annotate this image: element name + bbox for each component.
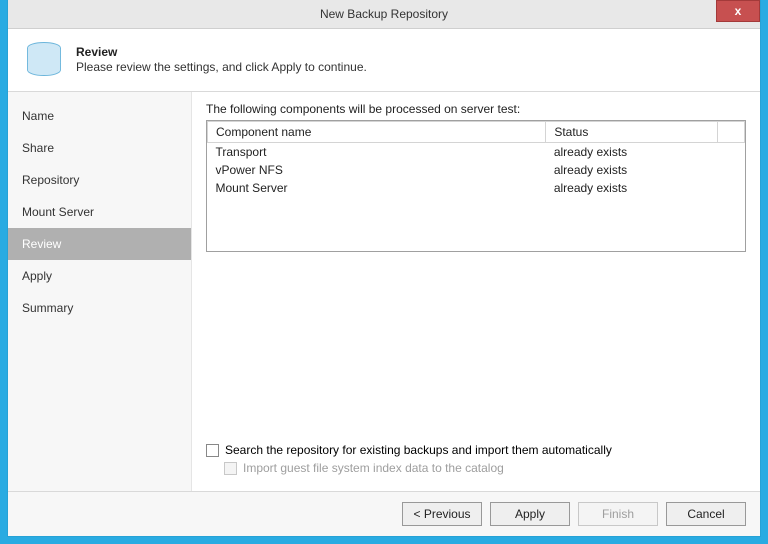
- repository-icon: [22, 37, 66, 81]
- cancel-button[interactable]: Cancel: [666, 502, 746, 526]
- cell-status: already exists: [546, 161, 718, 179]
- wizard-body: Name Share Repository Mount Server Revie…: [8, 92, 760, 491]
- wizard-footer: < Previous Apply Finish Cancel: [8, 491, 760, 536]
- table-header-row: Component name Status: [208, 122, 745, 143]
- components-intro: The following components will be process…: [206, 102, 746, 116]
- sidebar-item-share[interactable]: Share: [8, 132, 191, 164]
- step-description: Please review the settings, and click Ap…: [76, 60, 367, 74]
- sidebar-item-name[interactable]: Name: [8, 100, 191, 132]
- close-icon: x: [735, 4, 742, 18]
- wizard-sidebar: Name Share Repository Mount Server Revie…: [8, 92, 192, 491]
- sidebar-item-label: Mount Server: [22, 205, 94, 219]
- checkbox-icon: [224, 462, 237, 475]
- sidebar-item-repository[interactable]: Repository: [8, 164, 191, 196]
- wizard-window: New Backup Repository x Review Please re…: [8, 0, 760, 536]
- sidebar-item-review[interactable]: Review: [8, 228, 191, 260]
- checkbox-search-repository[interactable]: Search the repository for existing backu…: [206, 443, 746, 457]
- sidebar-item-label: Name: [22, 109, 54, 123]
- column-status[interactable]: Status: [546, 122, 718, 143]
- button-label: Finish: [602, 507, 634, 521]
- wizard-main: The following components will be process…: [192, 92, 760, 491]
- sidebar-item-apply[interactable]: Apply: [8, 260, 191, 292]
- cell-status: already exists: [546, 143, 718, 162]
- checkbox-import-index: Import guest file system index data to t…: [206, 461, 746, 475]
- sidebar-item-label: Summary: [22, 301, 73, 315]
- options-area: Search the repository for existing backu…: [206, 439, 746, 481]
- header-text: Review Please review the settings, and c…: [76, 45, 367, 74]
- window-title: New Backup Repository: [320, 7, 448, 21]
- step-title: Review: [76, 45, 367, 59]
- table-row[interactable]: vPower NFS already exists: [208, 161, 745, 179]
- column-component-name[interactable]: Component name: [208, 122, 546, 143]
- table-row[interactable]: Mount Server already exists: [208, 179, 745, 197]
- button-label: Cancel: [687, 507, 724, 521]
- cell-component-name: Transport: [208, 143, 546, 162]
- button-label: Apply: [515, 507, 545, 521]
- previous-button[interactable]: < Previous: [402, 502, 482, 526]
- sidebar-item-label: Review: [22, 237, 61, 251]
- checkbox-icon: [206, 444, 219, 457]
- sidebar-item-mount-server[interactable]: Mount Server: [8, 196, 191, 228]
- titlebar: New Backup Repository x: [8, 0, 760, 29]
- close-button[interactable]: x: [716, 0, 760, 22]
- sidebar-item-label: Share: [22, 141, 54, 155]
- cell-status: already exists: [546, 179, 718, 197]
- apply-button[interactable]: Apply: [490, 502, 570, 526]
- sidebar-item-summary[interactable]: Summary: [8, 292, 191, 324]
- cell-component-name: vPower NFS: [208, 161, 546, 179]
- sidebar-item-label: Repository: [22, 173, 79, 187]
- components-table: Component name Status Transport already …: [206, 120, 746, 252]
- table-row[interactable]: Transport already exists: [208, 143, 745, 162]
- column-extra: [718, 122, 745, 143]
- cell-component-name: Mount Server: [208, 179, 546, 197]
- sidebar-item-label: Apply: [22, 269, 52, 283]
- checkbox-label: Import guest file system index data to t…: [243, 461, 504, 475]
- button-label: < Previous: [413, 507, 470, 521]
- checkbox-label: Search the repository for existing backu…: [225, 443, 612, 457]
- wizard-header: Review Please review the settings, and c…: [8, 29, 760, 92]
- finish-button: Finish: [578, 502, 658, 526]
